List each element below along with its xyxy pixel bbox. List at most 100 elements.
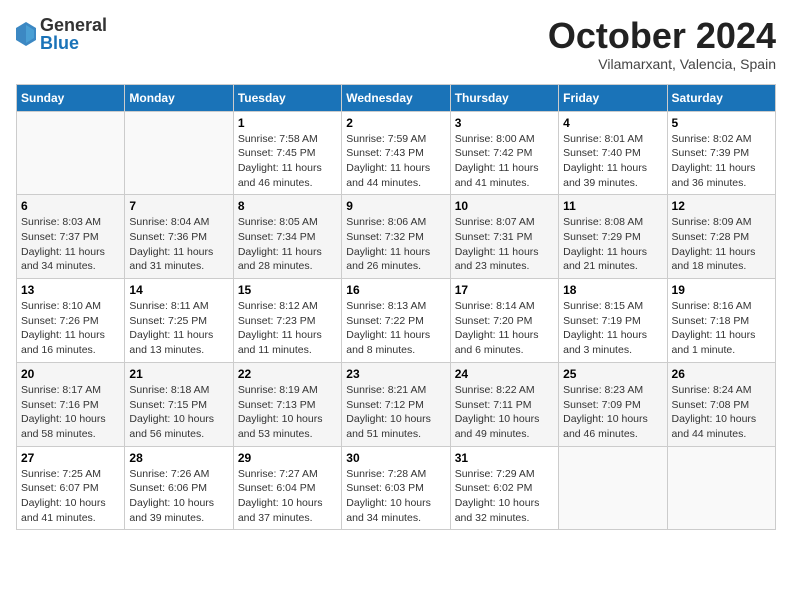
day-number: 28: [129, 451, 228, 465]
day-info: Sunrise: 7:58 AM Sunset: 7:45 PM Dayligh…: [238, 132, 337, 191]
day-info: Sunrise: 8:21 AM Sunset: 7:12 PM Dayligh…: [346, 383, 445, 442]
title-section: October 2024 Vilamarxant, Valencia, Spai…: [548, 16, 776, 72]
day-info: Sunrise: 8:17 AM Sunset: 7:16 PM Dayligh…: [21, 383, 120, 442]
day-info: Sunrise: 8:15 AM Sunset: 7:19 PM Dayligh…: [563, 299, 662, 358]
day-info: Sunrise: 8:24 AM Sunset: 7:08 PM Dayligh…: [672, 383, 771, 442]
calendar-cell: 29 Sunrise: 7:27 AM Sunset: 6:04 PM Dayli…: [233, 446, 341, 530]
calendar-cell: 18 Sunrise: 8:15 AM Sunset: 7:19 PM Dayli…: [559, 279, 667, 363]
logo: General Blue: [16, 16, 107, 52]
logo-text: General Blue: [40, 16, 107, 52]
calendar-body: 1 Sunrise: 7:58 AM Sunset: 7:45 PM Daylig…: [17, 111, 776, 530]
header-day: Tuesday: [233, 84, 341, 111]
day-info: Sunrise: 7:28 AM Sunset: 6:03 PM Dayligh…: [346, 467, 445, 526]
day-info: Sunrise: 8:10 AM Sunset: 7:26 PM Dayligh…: [21, 299, 120, 358]
calendar-cell: [125, 111, 233, 195]
calendar-week-row: 1 Sunrise: 7:58 AM Sunset: 7:45 PM Daylig…: [17, 111, 776, 195]
calendar-header: SundayMondayTuesdayWednesdayThursdayFrid…: [17, 84, 776, 111]
day-info: Sunrise: 8:00 AM Sunset: 7:42 PM Dayligh…: [455, 132, 554, 191]
day-number: 5: [672, 116, 771, 130]
day-info: Sunrise: 8:13 AM Sunset: 7:22 PM Dayligh…: [346, 299, 445, 358]
day-number: 18: [563, 283, 662, 297]
calendar-cell: 11 Sunrise: 8:08 AM Sunset: 7:29 PM Dayli…: [559, 195, 667, 279]
calendar-cell: 26Sunrise: 8:24 AM Sunset: 7:08 PM Dayli…: [667, 362, 775, 446]
day-number: 3: [455, 116, 554, 130]
day-number: 22: [238, 367, 337, 381]
calendar-cell: 30 Sunrise: 7:28 AM Sunset: 6:03 PM Dayli…: [342, 446, 450, 530]
page-header: General Blue October 2024 Vilamarxant, V…: [16, 16, 776, 72]
calendar-cell: 31 Sunrise: 7:29 AM Sunset: 6:02 PM Dayli…: [450, 446, 558, 530]
day-number: 24: [455, 367, 554, 381]
calendar-week-row: 27Sunrise: 7:25 AM Sunset: 6:07 PM Dayli…: [17, 446, 776, 530]
day-info: Sunrise: 8:01 AM Sunset: 7:40 PM Dayligh…: [563, 132, 662, 191]
day-info: Sunrise: 8:16 AM Sunset: 7:18 PM Dayligh…: [672, 299, 771, 358]
day-number: 17: [455, 283, 554, 297]
calendar-cell: [667, 446, 775, 530]
calendar-cell: 21Sunrise: 8:18 AM Sunset: 7:15 PM Dayli…: [125, 362, 233, 446]
day-info: Sunrise: 8:04 AM Sunset: 7:36 PM Dayligh…: [129, 215, 228, 274]
day-info: Sunrise: 8:09 AM Sunset: 7:28 PM Dayligh…: [672, 215, 771, 274]
day-number: 1: [238, 116, 337, 130]
calendar-cell: 13 Sunrise: 8:10 AM Sunset: 7:26 PM Dayli…: [17, 279, 125, 363]
header-day: Monday: [125, 84, 233, 111]
header-day: Wednesday: [342, 84, 450, 111]
calendar-cell: 6Sunrise: 8:03 AM Sunset: 7:37 PM Daylig…: [17, 195, 125, 279]
calendar-cell: 28Sunrise: 7:26 AM Sunset: 6:06 PM Dayli…: [125, 446, 233, 530]
calendar-cell: 14 Sunrise: 8:11 AM Sunset: 7:25 PM Dayli…: [125, 279, 233, 363]
calendar-cell: 16 Sunrise: 8:13 AM Sunset: 7:22 PM Dayli…: [342, 279, 450, 363]
calendar-cell: 10 Sunrise: 8:07 AM Sunset: 7:31 PM Dayli…: [450, 195, 558, 279]
day-info: Sunrise: 8:08 AM Sunset: 7:29 PM Dayligh…: [563, 215, 662, 274]
header-day: Friday: [559, 84, 667, 111]
day-number: 15: [238, 283, 337, 297]
day-info: Sunrise: 8:22 AM Sunset: 7:11 PM Dayligh…: [455, 383, 554, 442]
day-number: 7: [129, 199, 228, 213]
calendar-cell: 15 Sunrise: 8:12 AM Sunset: 7:23 PM Dayli…: [233, 279, 341, 363]
calendar-week-row: 20 Sunrise: 8:17 AM Sunset: 7:16 PM Dayli…: [17, 362, 776, 446]
day-number: 9: [346, 199, 445, 213]
day-number: 10: [455, 199, 554, 213]
day-info: Sunrise: 8:02 AM Sunset: 7:39 PM Dayligh…: [672, 132, 771, 191]
calendar-cell: 24 Sunrise: 8:22 AM Sunset: 7:11 PM Dayli…: [450, 362, 558, 446]
day-number: 20: [21, 367, 120, 381]
header-row: SundayMondayTuesdayWednesdayThursdayFrid…: [17, 84, 776, 111]
day-info: Sunrise: 7:29 AM Sunset: 6:02 PM Dayligh…: [455, 467, 554, 526]
day-info: Sunrise: 8:12 AM Sunset: 7:23 PM Dayligh…: [238, 299, 337, 358]
calendar-week-row: 13 Sunrise: 8:10 AM Sunset: 7:26 PM Dayli…: [17, 279, 776, 363]
calendar-cell: 25Sunrise: 8:23 AM Sunset: 7:09 PM Dayli…: [559, 362, 667, 446]
logo-icon: [16, 22, 36, 46]
day-number: 14: [129, 283, 228, 297]
calendar-cell: 19 Sunrise: 8:16 AM Sunset: 7:18 PM Dayli…: [667, 279, 775, 363]
header-day: Thursday: [450, 84, 558, 111]
day-number: 8: [238, 199, 337, 213]
location: Vilamarxant, Valencia, Spain: [548, 56, 776, 72]
day-number: 12: [672, 199, 771, 213]
calendar-cell: 8Sunrise: 8:05 AM Sunset: 7:34 PM Daylig…: [233, 195, 341, 279]
day-number: 4: [563, 116, 662, 130]
day-info: Sunrise: 8:11 AM Sunset: 7:25 PM Dayligh…: [129, 299, 228, 358]
calendar-week-row: 6Sunrise: 8:03 AM Sunset: 7:37 PM Daylig…: [17, 195, 776, 279]
calendar-cell: 27Sunrise: 7:25 AM Sunset: 6:07 PM Dayli…: [17, 446, 125, 530]
day-number: 29: [238, 451, 337, 465]
day-number: 16: [346, 283, 445, 297]
day-info: Sunrise: 7:25 AM Sunset: 6:07 PM Dayligh…: [21, 467, 120, 526]
calendar-cell: 3 Sunrise: 8:00 AM Sunset: 7:42 PM Daylig…: [450, 111, 558, 195]
calendar-cell: 17Sunrise: 8:14 AM Sunset: 7:20 PM Dayli…: [450, 279, 558, 363]
day-number: 2: [346, 116, 445, 130]
day-info: Sunrise: 8:07 AM Sunset: 7:31 PM Dayligh…: [455, 215, 554, 274]
calendar-cell: 2Sunrise: 7:59 AM Sunset: 7:43 PM Daylig…: [342, 111, 450, 195]
day-number: 23: [346, 367, 445, 381]
day-number: 31: [455, 451, 554, 465]
calendar-table: SundayMondayTuesdayWednesdayThursdayFrid…: [16, 84, 776, 531]
day-info: Sunrise: 8:19 AM Sunset: 7:13 PM Dayligh…: [238, 383, 337, 442]
day-number: 19: [672, 283, 771, 297]
calendar-cell: 20 Sunrise: 8:17 AM Sunset: 7:16 PM Dayli…: [17, 362, 125, 446]
day-number: 11: [563, 199, 662, 213]
day-number: 6: [21, 199, 120, 213]
calendar-cell: 12 Sunrise: 8:09 AM Sunset: 7:28 PM Dayli…: [667, 195, 775, 279]
calendar-cell: 9Sunrise: 8:06 AM Sunset: 7:32 PM Daylig…: [342, 195, 450, 279]
day-info: Sunrise: 7:27 AM Sunset: 6:04 PM Dayligh…: [238, 467, 337, 526]
day-info: Sunrise: 8:18 AM Sunset: 7:15 PM Dayligh…: [129, 383, 228, 442]
header-day: Sunday: [17, 84, 125, 111]
day-number: 13: [21, 283, 120, 297]
day-number: 30: [346, 451, 445, 465]
calendar-cell: 1 Sunrise: 7:58 AM Sunset: 7:45 PM Daylig…: [233, 111, 341, 195]
